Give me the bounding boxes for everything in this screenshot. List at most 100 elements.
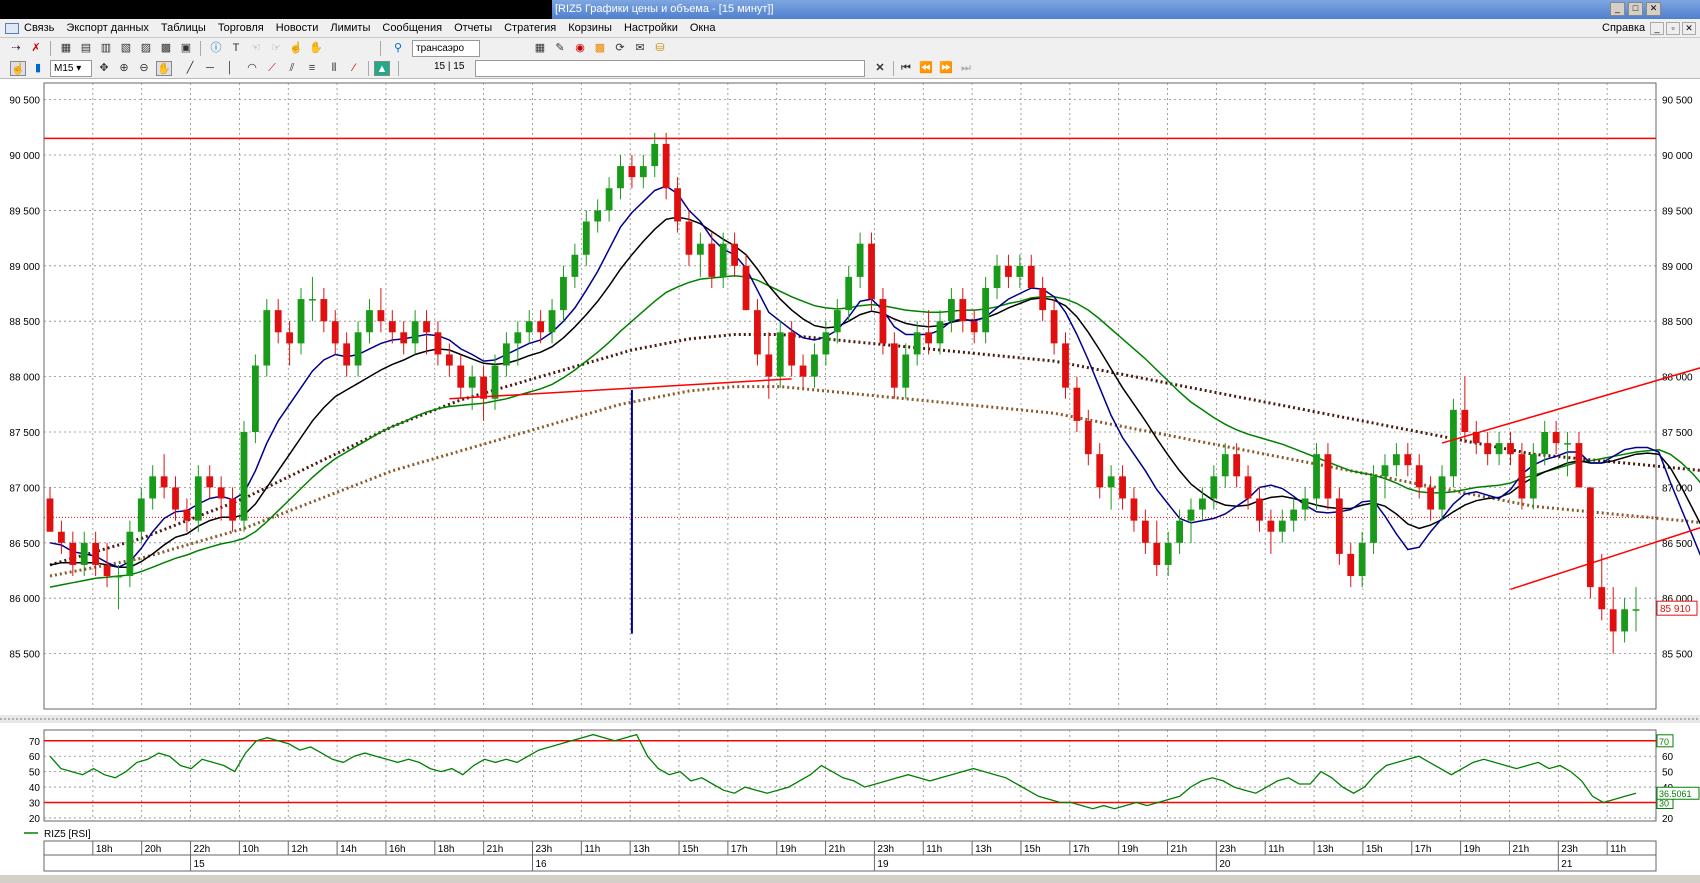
menu-item-tables[interactable]: Таблицы [161,22,206,34]
last-page-icon[interactable]: ⏭ [958,61,974,76]
alert-icon[interactable]: ◉ [572,41,588,56]
candle-body [1256,498,1263,521]
levels-icon[interactable]: ≡ [304,61,320,76]
mdi-close-icon[interactable]: ✕ [1682,22,1696,35]
zoom-in-icon[interactable]: ⊕ [116,61,132,76]
hand-icon[interactable]: ☜ [248,41,264,56]
erase-lines-icon[interactable]: ⁄ [346,61,362,76]
candle-body [1290,509,1298,521]
portfolio-icon[interactable]: ▣ [178,41,194,56]
menu-item-baskets[interactable]: Корзины [568,22,612,34]
channel-icon[interactable]: ⫽ [284,61,300,76]
candle-body [1415,465,1423,488]
mail-icon[interactable]: ✉ [632,41,648,56]
rsi-tick-label-left: 30 [29,798,41,809]
menu-item-connection[interactable]: Связь [24,22,54,34]
menu-item-trading[interactable]: Торговля [218,22,264,34]
chart-canvas[interactable]: 90 500 90 500 90 000 90 000 89 500 89 500 89 0… [0,79,1700,883]
menu-item-reports[interactable]: Отчеты [454,22,492,34]
pan-icon[interactable]: ✋ [156,61,172,76]
quotes-icon[interactable]: ▤ [78,41,94,56]
ticker-field[interactable] [475,60,865,77]
arc-icon[interactable]: ◠ [244,61,260,76]
candle-body [80,542,88,565]
time-zones-icon[interactable]: ⦀ [326,61,342,76]
text-tool-icon[interactable]: T [228,41,244,56]
menu-item-strategy[interactable]: Стратегия [504,22,556,34]
candle-body [491,365,499,399]
chart-window[interactable]: 90 500 90 500 90 000 90 000 89 500 89 500 89 0… [0,79,1700,883]
next-page-icon[interactable]: ⏩ [938,61,954,76]
redacted-area [0,0,552,19]
orders-icon[interactable]: ▥ [98,41,114,56]
close-x-icon[interactable]: ✕ [872,61,888,76]
candle-body [1404,454,1412,466]
trades-icon[interactable]: ▧ [118,41,134,56]
trend-line-icon[interactable]: ╱ [182,61,198,76]
candle-body [822,332,830,355]
hand-plus-icon[interactable]: ☞ [268,41,284,56]
hand-minus-icon[interactable]: ☝ [288,41,304,56]
candle-body [1233,454,1241,477]
positions-icon[interactable]: ▨ [138,41,154,56]
limits-icon[interactable]: ▩ [158,41,174,56]
connect-icon[interactable]: ⇢ [8,41,24,56]
candle-body [548,310,556,333]
disconnect-icon[interactable]: ✗ [28,41,44,56]
search-icon[interactable]: ⚲ [390,41,406,56]
bar-chart-icon[interactable]: ▮ [30,61,46,76]
time-tick-label: 19h [780,844,797,855]
day-tick-label: 20 [1219,859,1231,870]
zoom-out-icon[interactable]: ⊖ [136,61,152,76]
refresh-icon[interactable]: ⟳ [612,41,628,56]
candle-body [1187,509,1195,521]
toolbar-divider [398,61,399,76]
menu-item-windows[interactable]: Окна [690,22,716,34]
minimize-icon[interactable]: _ [1610,2,1625,16]
price-tick-label-right: 87 000 [1662,483,1693,494]
hand-cancel-icon[interactable]: ✋ [308,41,324,56]
database-icon[interactable]: ⛁ [652,41,668,56]
candle-body [719,243,727,277]
candle-body [388,321,396,333]
menu-item-export[interactable]: Экспорт данных [66,22,148,34]
candle-body [377,310,385,322]
prev-page-icon[interactable]: ⏪ [918,61,934,76]
edit-icon[interactable]: ✎ [552,41,568,56]
candle-body [1164,542,1172,565]
mdi-restore-icon[interactable]: ▫ [1666,22,1680,35]
menu-item-news[interactable]: Новости [276,22,319,34]
candle-body [58,531,65,543]
vertical-line-icon[interactable]: │ [222,61,238,76]
app-icon[interactable] [5,23,19,34]
day-tick-label: 16 [535,859,547,870]
candle-body [1005,265,1012,277]
timeframe-value: M15 [54,63,74,74]
candle-body [685,221,693,255]
move-icon[interactable]: ✥ [96,61,112,76]
search-input[interactable] [412,40,480,57]
info-icon[interactable]: ⓘ [208,41,224,56]
menu-item-messages[interactable]: Сообщения [382,22,442,34]
candle-body [1347,553,1355,577]
chart-window-icon[interactable]: ▦ [532,41,548,56]
timeframe-select[interactable]: M15 ▾ [50,60,92,77]
fibonacci-fan-icon[interactable]: ⟋ [264,61,280,76]
table-icon[interactable]: ▦ [58,41,74,56]
horizontal-line-icon[interactable]: ─ [202,61,218,76]
menu-item-settings[interactable]: Настройки [624,22,678,34]
lock-icon[interactable]: ▩ [592,41,608,56]
close-icon[interactable]: ✕ [1646,2,1661,16]
indicators-icon[interactable]: ▲ [374,61,390,76]
menu-item-help[interactable]: Справка [1602,22,1645,34]
price-tick-label-left: 87 000 [9,483,40,494]
candle-body [183,509,191,521]
maximize-icon[interactable]: □ [1628,2,1643,16]
mdi-minimize-icon[interactable]: _ [1650,22,1664,35]
cursor-tool-icon[interactable]: ☝ [10,61,26,76]
candle-body [1153,542,1161,565]
toolbar-divider [50,41,51,56]
menu-item-limits[interactable]: Лимиты [330,22,370,34]
time-tick-label: 15h [682,844,699,855]
first-page-icon[interactable]: ⏮ [898,61,914,76]
